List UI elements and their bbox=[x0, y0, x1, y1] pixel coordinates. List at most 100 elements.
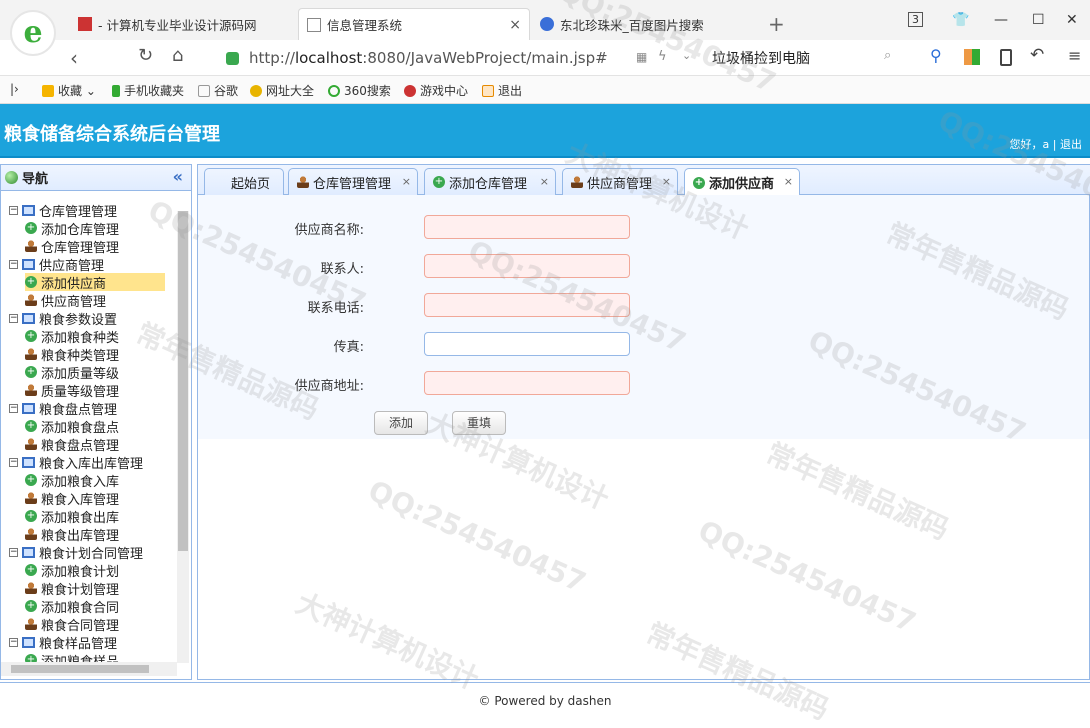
qr-icon[interactable]: ▦ bbox=[636, 50, 647, 64]
new-tab-button[interactable]: + bbox=[768, 12, 785, 36]
tree-group[interactable]: − 仓库管理管理 bbox=[9, 201, 117, 220]
close-tab-icon[interactable]: × bbox=[509, 17, 521, 33]
tree-item[interactable]: + 添加粮食合同 bbox=[25, 597, 165, 616]
home-icon[interactable]: ⌂ bbox=[172, 45, 183, 66]
bookmark-games[interactable]: 游戏中心 bbox=[404, 82, 468, 99]
tree-item[interactable]: 粮食出库管理 bbox=[25, 525, 165, 544]
tree-group[interactable]: − 粮食入库出库管理 bbox=[9, 453, 143, 472]
fax-input[interactable] bbox=[424, 332, 630, 356]
tree-item[interactable]: + 添加粮食入库 bbox=[25, 471, 165, 490]
url-input[interactable]: http://localhost:8080/JavaWebProject/mai… bbox=[226, 44, 700, 72]
shirt-skin-icon[interactable]: 👕 bbox=[952, 12, 969, 28]
folder-computer-icon bbox=[22, 636, 35, 648]
address-input[interactable] bbox=[424, 371, 630, 395]
tab-warehouse-manage[interactable]: 仓库管理管理 × bbox=[288, 168, 418, 195]
minimize-icon[interactable]: — bbox=[994, 12, 1008, 28]
close-tab-icon[interactable]: × bbox=[784, 175, 793, 188]
sidebar-toggle-icon[interactable]: |› bbox=[10, 82, 19, 96]
tree-item[interactable]: 粮食入库管理 bbox=[25, 489, 165, 508]
tree-item-label: 仓库管理管理 bbox=[41, 240, 120, 256]
tree-item[interactable]: 仓库管理管理 bbox=[25, 237, 165, 256]
tree-item[interactable]: 供应商管理 bbox=[25, 291, 165, 310]
tree-group[interactable]: − 粮食盘点管理 bbox=[9, 399, 117, 418]
tree-item[interactable]: + 添加粮食计划 bbox=[25, 561, 165, 580]
contact-person-input[interactable] bbox=[424, 254, 630, 278]
horizontal-scrollbar[interactable] bbox=[1, 662, 177, 676]
browser-tab-1[interactable]: - 计算机专业毕业设计源码网 bbox=[70, 8, 296, 40]
tree-item[interactable]: 粮食合同管理 bbox=[25, 615, 165, 634]
tab-count-badge[interactable]: 3 bbox=[908, 12, 923, 27]
vertical-scrollbar[interactable] bbox=[177, 211, 189, 663]
reset-button[interactable]: 重填 bbox=[452, 411, 506, 435]
close-window-icon[interactable]: ✕ bbox=[1066, 12, 1078, 28]
search-icon[interactable]: ⌕ bbox=[884, 48, 891, 63]
content-tabs: 起始页 仓库管理管理 × + 添加仓库管理 × 供应商管理 × + 添加供应商 … bbox=[198, 165, 1090, 196]
bookmark-exit[interactable]: 退出 bbox=[482, 82, 522, 99]
tree-item[interactable]: 粮食盘点管理 bbox=[25, 435, 165, 454]
scroll-thumb[interactable] bbox=[178, 211, 188, 551]
browser-tab-3[interactable]: 东北珍珠米_百度图片搜索 bbox=[532, 8, 762, 40]
nav-tree: − 仓库管理管理 + 添加仓库管理 仓库管理管理 − 供应商管理 + 添加供应商 供应商管理 − 粮食… bbox=[9, 201, 177, 665]
lightning-icon[interactable]: ϟ bbox=[658, 49, 667, 64]
tab-add-warehouse[interactable]: + 添加仓库管理 × bbox=[424, 168, 556, 195]
tree-group[interactable]: − 粮食计划合同管理 bbox=[9, 543, 143, 562]
app-title: 粮食储备综合系统后台管理 bbox=[4, 124, 220, 145]
add-supplier-form: 供应商名称: 联系人: 联系电话: 传真: 供应商地址: bbox=[198, 195, 1089, 439]
tree-item[interactable]: 粮食种类管理 bbox=[25, 345, 165, 364]
tab-home[interactable]: 起始页 bbox=[204, 168, 284, 195]
tree-group[interactable]: − 粮食参数设置 bbox=[9, 309, 117, 328]
logout-link[interactable]: 退出 bbox=[1060, 138, 1082, 151]
bookmark-favorites[interactable]: 收藏 ⌄ bbox=[42, 82, 96, 99]
maximize-icon[interactable]: ☐ bbox=[1032, 12, 1045, 28]
tree-group[interactable]: − 粮食样品管理 bbox=[9, 633, 117, 652]
tree-item-label: 粮食出库管理 bbox=[41, 528, 120, 544]
collapse-toggle-icon[interactable]: − bbox=[9, 403, 18, 413]
tree-group[interactable]: − 供应商管理 bbox=[9, 255, 104, 274]
phone-icon[interactable] bbox=[1000, 49, 1012, 66]
supplier-name-input[interactable] bbox=[424, 215, 630, 239]
collapse-toggle-icon[interactable]: − bbox=[9, 637, 18, 647]
scroll-thumb[interactable] bbox=[11, 665, 149, 673]
collapse-toggle-icon[interactable]: − bbox=[9, 205, 18, 215]
menu-icon[interactable]: ≡ bbox=[1068, 46, 1081, 65]
bookmark-360[interactable]: 360搜索 bbox=[328, 82, 391, 99]
collapse-toggle-icon[interactable]: − bbox=[9, 313, 18, 323]
tree-item[interactable]: 质量等级管理 bbox=[25, 381, 165, 400]
tree-item[interactable]: + 添加供应商 bbox=[25, 273, 165, 292]
magnifier-icon[interactable]: ⚲ bbox=[930, 46, 942, 65]
add-icon: + bbox=[693, 176, 705, 189]
baidu-paw-icon bbox=[540, 17, 554, 31]
tab-add-supplier[interactable]: + 添加供应商 × bbox=[684, 168, 800, 196]
close-tab-icon[interactable]: × bbox=[662, 175, 671, 188]
collapse-toggle-icon[interactable]: − bbox=[9, 457, 18, 467]
apps-icon[interactable] bbox=[964, 49, 980, 65]
tree-item[interactable]: + 添加粮食种类 bbox=[25, 327, 165, 346]
bookmark-sites[interactable]: 网址大全 bbox=[250, 82, 314, 99]
tree-item-label: 添加质量等级 bbox=[41, 366, 120, 382]
add-button[interactable]: 添加 bbox=[374, 411, 428, 435]
tab-supplier-manage[interactable]: 供应商管理 × bbox=[562, 168, 678, 195]
close-tab-icon[interactable]: × bbox=[540, 175, 549, 188]
browser-tab-2[interactable]: 信息管理系统 × bbox=[298, 8, 530, 40]
bookmark-mobile[interactable]: 手机收藏夹 bbox=[112, 82, 184, 99]
tree-item-label: 粮食合同管理 bbox=[41, 618, 120, 634]
undo-icon[interactable]: ↶ bbox=[1030, 45, 1044, 65]
tree-item[interactable]: + 添加质量等级 bbox=[25, 363, 165, 382]
phone-input[interactable] bbox=[424, 293, 630, 317]
user-icon bbox=[297, 176, 309, 188]
user-icon bbox=[25, 240, 37, 252]
collapse-icon[interactable]: « bbox=[173, 167, 183, 186]
search-input[interactable]: 垃圾桶捡到电脑 bbox=[712, 44, 900, 72]
tree-item[interactable]: + 添加粮食出库 bbox=[25, 507, 165, 526]
close-tab-icon[interactable]: × bbox=[402, 175, 411, 188]
tree-item[interactable]: + 添加仓库管理 bbox=[25, 219, 165, 238]
tree-item[interactable]: 粮食计划管理 bbox=[25, 579, 165, 598]
back-icon[interactable]: ‹ bbox=[70, 46, 78, 70]
collapse-toggle-icon[interactable]: − bbox=[9, 547, 18, 557]
bookmark-label: 收藏 bbox=[58, 84, 83, 98]
collapse-toggle-icon[interactable]: − bbox=[9, 259, 18, 269]
refresh-icon[interactable]: ↻ bbox=[138, 45, 153, 66]
bookmark-google[interactable]: 谷歌 bbox=[198, 82, 238, 99]
chevron-down-icon[interactable]: ⌄ bbox=[682, 49, 691, 62]
tree-item[interactable]: + 添加粮食盘点 bbox=[25, 417, 165, 436]
